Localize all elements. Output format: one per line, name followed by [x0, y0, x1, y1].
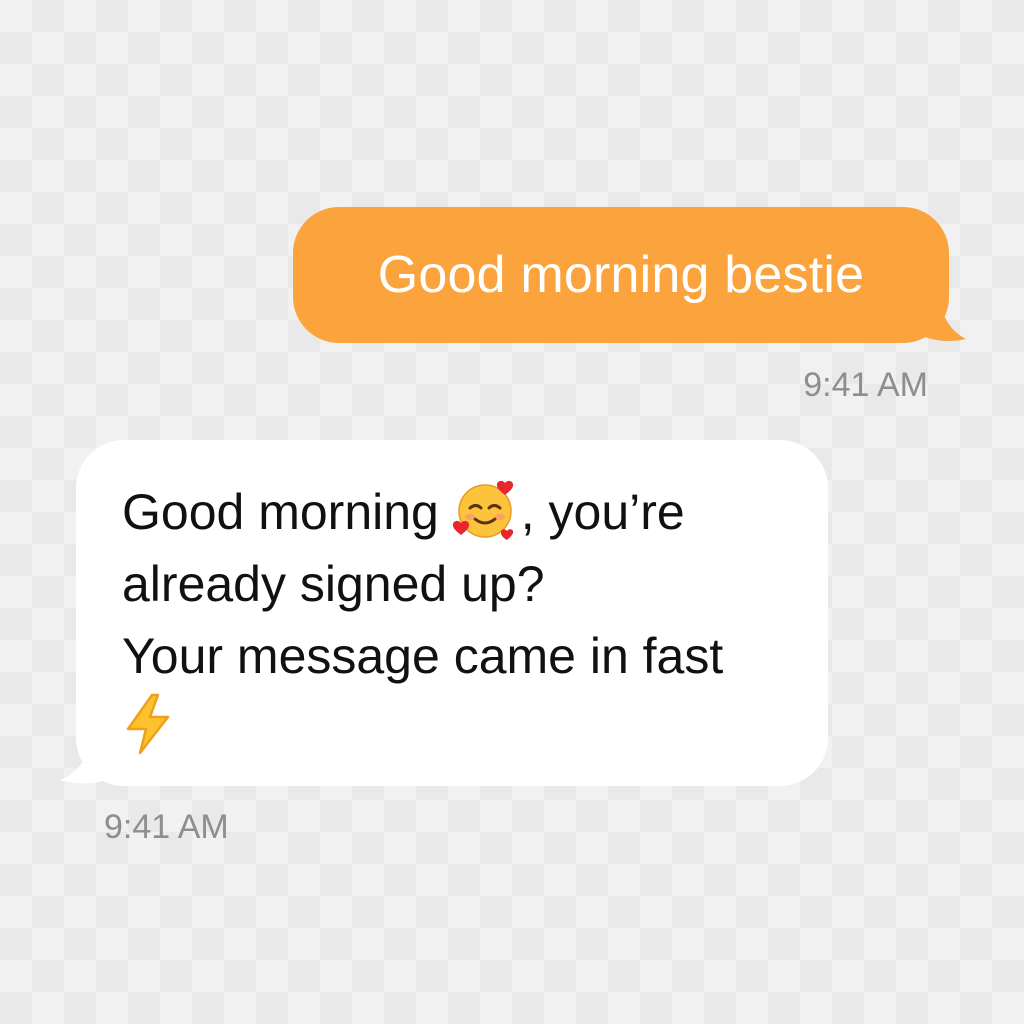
message-thread: Good morning bestie 9:41 AM Good morning	[0, 0, 1024, 1024]
incoming-bubble[interactable]: Good morning , you’re already signed up?…	[76, 440, 828, 786]
incoming-message[interactable]: Good morning , you’re already signed up?…	[58, 440, 828, 786]
outgoing-message-text: Good morning bestie	[377, 246, 865, 304]
incoming-line-4	[122, 692, 788, 764]
high-voltage-icon	[126, 693, 170, 755]
outgoing-bubble[interactable]: Good morning bestie	[293, 207, 949, 343]
outgoing-message[interactable]: Good morning bestie	[293, 207, 966, 343]
smiling-face-with-hearts-icon	[452, 480, 513, 540]
incoming-timestamp: 9:41 AM	[104, 808, 229, 846]
incoming-line-1-start: Good morning	[122, 484, 453, 540]
outgoing-timestamp: 9:41 AM	[803, 366, 928, 404]
incoming-line-3: Your message came in fast	[122, 628, 724, 684]
incoming-line-1: Good morning , you’re	[122, 476, 788, 548]
incoming-line-1-end: , you’re	[520, 484, 685, 540]
incoming-line-2: already signed up?	[122, 556, 545, 612]
